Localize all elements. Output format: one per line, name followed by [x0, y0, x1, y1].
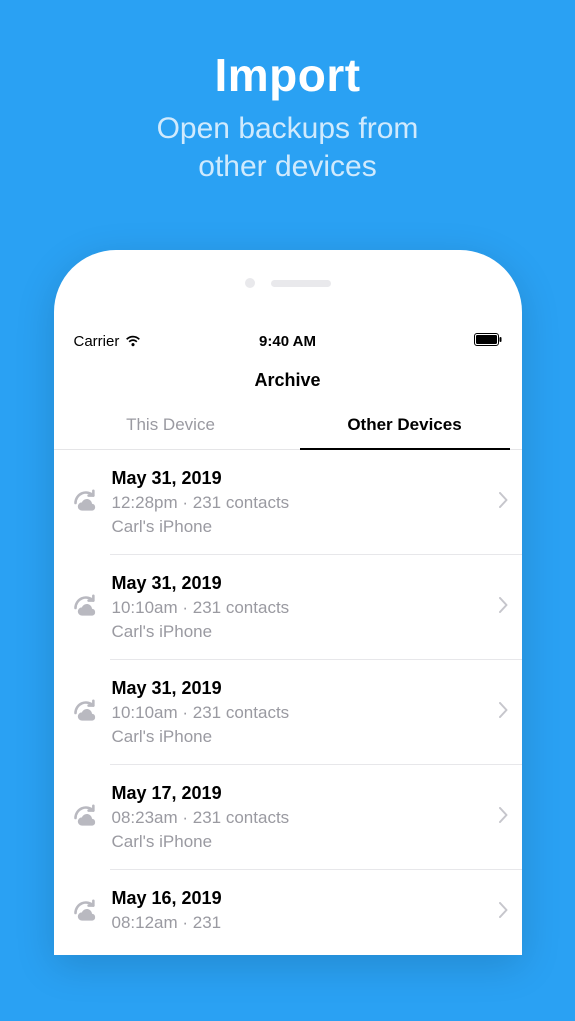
tab-other-devices[interactable]: Other Devices [288, 405, 522, 449]
speaker-grill [271, 280, 331, 287]
hero-title: Import [0, 48, 575, 102]
status-left: Carrier [74, 333, 142, 350]
tabs: This Device Other Devices [54, 405, 522, 450]
sync-cloud-icon [66, 594, 106, 622]
sync-cloud-icon [66, 489, 106, 517]
phone-frame: Carrier 9:40 AM Archive This Device [54, 250, 522, 955]
backup-meta: 08:12am · 231 [112, 913, 491, 933]
status-time: 9:40 AM [259, 333, 316, 350]
backup-date: May 31, 2019 [112, 573, 491, 594]
wifi-icon [125, 335, 141, 347]
list-item-body: May 31, 2019 12:28pm · 231 contacts Carl… [106, 468, 491, 537]
hero-subtitle-line2: other devices [198, 150, 376, 183]
backup-list: May 31, 2019 12:28pm · 231 contacts Carl… [54, 450, 522, 955]
sync-cloud-icon [66, 899, 106, 927]
hero-subtitle-line1: Open backups from [157, 112, 419, 145]
hero-subtitle: Open backups from other devices [0, 110, 575, 185]
status-right [474, 333, 502, 350]
backup-device: Carl's iPhone [112, 622, 491, 642]
chevron-right-icon [491, 902, 508, 923]
status-bar: Carrier 9:40 AM [54, 330, 522, 352]
backup-date: May 31, 2019 [112, 678, 491, 699]
backup-device: Carl's iPhone [112, 832, 491, 852]
list-item[interactable]: May 31, 2019 12:28pm · 231 contacts Carl… [54, 450, 522, 555]
list-item-body: May 17, 2019 08:23am · 231 contacts Carl… [106, 783, 491, 852]
hero: Import Open backups from other devices [0, 0, 575, 185]
list-item-body: May 16, 2019 08:12am · 231 [106, 888, 491, 937]
backup-meta: 12:28pm · 231 contacts [112, 493, 491, 513]
sync-cloud-icon [66, 804, 106, 832]
carrier-label: Carrier [74, 333, 120, 350]
backup-date: May 17, 2019 [112, 783, 491, 804]
phone-hardware [54, 278, 522, 288]
chevron-right-icon [491, 807, 508, 828]
sync-cloud-icon [66, 699, 106, 727]
chevron-right-icon [491, 702, 508, 723]
camera-dot [245, 278, 255, 288]
tab-this-device[interactable]: This Device [54, 405, 288, 449]
list-item[interactable]: May 31, 2019 10:10am · 231 contacts Carl… [54, 555, 522, 660]
backup-meta: 08:23am · 231 contacts [112, 808, 491, 828]
backup-date: May 16, 2019 [112, 888, 491, 909]
page-title: Archive [54, 370, 522, 391]
chevron-right-icon [491, 492, 508, 513]
list-item[interactable]: May 31, 2019 10:10am · 231 contacts Carl… [54, 660, 522, 765]
list-item-body: May 31, 2019 10:10am · 231 contacts Carl… [106, 573, 491, 642]
list-item[interactable]: May 17, 2019 08:23am · 231 contacts Carl… [54, 765, 522, 870]
chevron-right-icon [491, 597, 508, 618]
list-item-body: May 31, 2019 10:10am · 231 contacts Carl… [106, 678, 491, 747]
backup-device: Carl's iPhone [112, 727, 491, 747]
list-item[interactable]: May 16, 2019 08:12am · 231 [54, 870, 522, 955]
backup-date: May 31, 2019 [112, 468, 491, 489]
backup-device: Carl's iPhone [112, 517, 491, 537]
backup-meta: 10:10am · 231 contacts [112, 598, 491, 618]
battery-icon [474, 333, 502, 350]
backup-meta: 10:10am · 231 contacts [112, 703, 491, 723]
